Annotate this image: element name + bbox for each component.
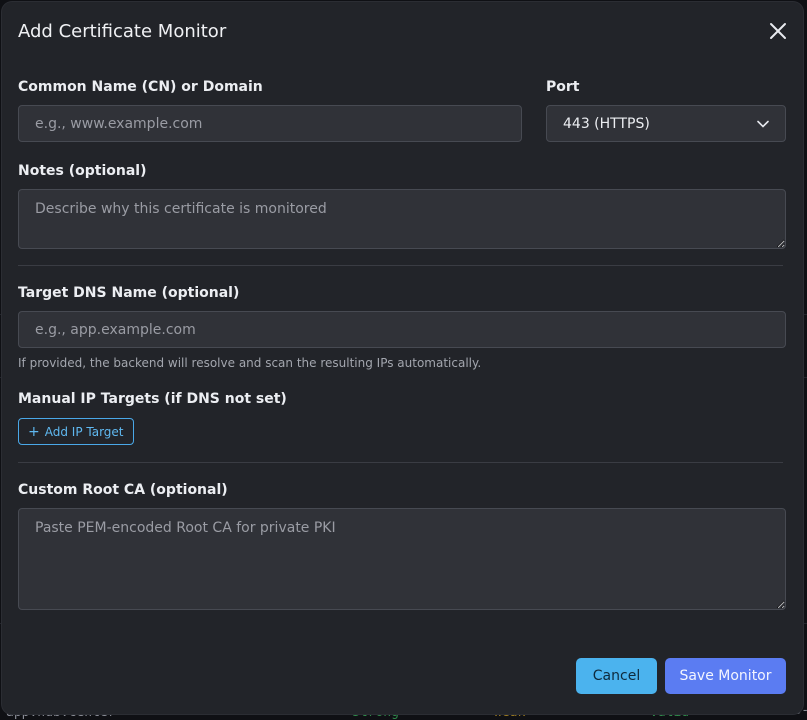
root-ca-label: Custom Root CA (optional) <box>18 482 228 498</box>
port-select[interactable]: 443 (HTTPS) <box>546 105 786 142</box>
notes-textarea[interactable] <box>18 189 786 249</box>
section-divider <box>18 462 783 463</box>
cn-input[interactable] <box>18 105 522 142</box>
dns-input[interactable] <box>18 311 786 348</box>
cn-label: Common Name (CN) or Domain <box>18 79 263 95</box>
dns-label: Target DNS Name (optional) <box>18 285 240 301</box>
close-icon <box>770 23 786 39</box>
dialog-title: Add Certificate Monitor <box>18 21 227 42</box>
port-label: Port <box>546 79 580 95</box>
section-divider <box>18 265 783 266</box>
dns-helper-text: If provided, the backend will resolve an… <box>18 356 482 370</box>
save-monitor-button[interactable]: Save Monitor <box>665 658 786 694</box>
add-ip-target-label: Add IP Target <box>44 424 124 439</box>
close-button[interactable] <box>767 20 789 42</box>
chevron-down-icon <box>757 120 769 128</box>
add-ip-target-button[interactable]: + Add IP Target <box>18 418 134 445</box>
port-select-value: 443 (HTTPS) <box>563 115 650 132</box>
root-ca-textarea[interactable] <box>18 508 786 610</box>
plus-icon: + <box>28 423 40 440</box>
notes-label: Notes (optional) <box>18 163 147 179</box>
cancel-button[interactable]: Cancel <box>576 658 657 694</box>
add-certificate-monitor-dialog: Add Certificate Monitor Common Name (CN)… <box>2 2 803 714</box>
manual-ip-label: Manual IP Targets (if DNS not set) <box>18 391 287 407</box>
